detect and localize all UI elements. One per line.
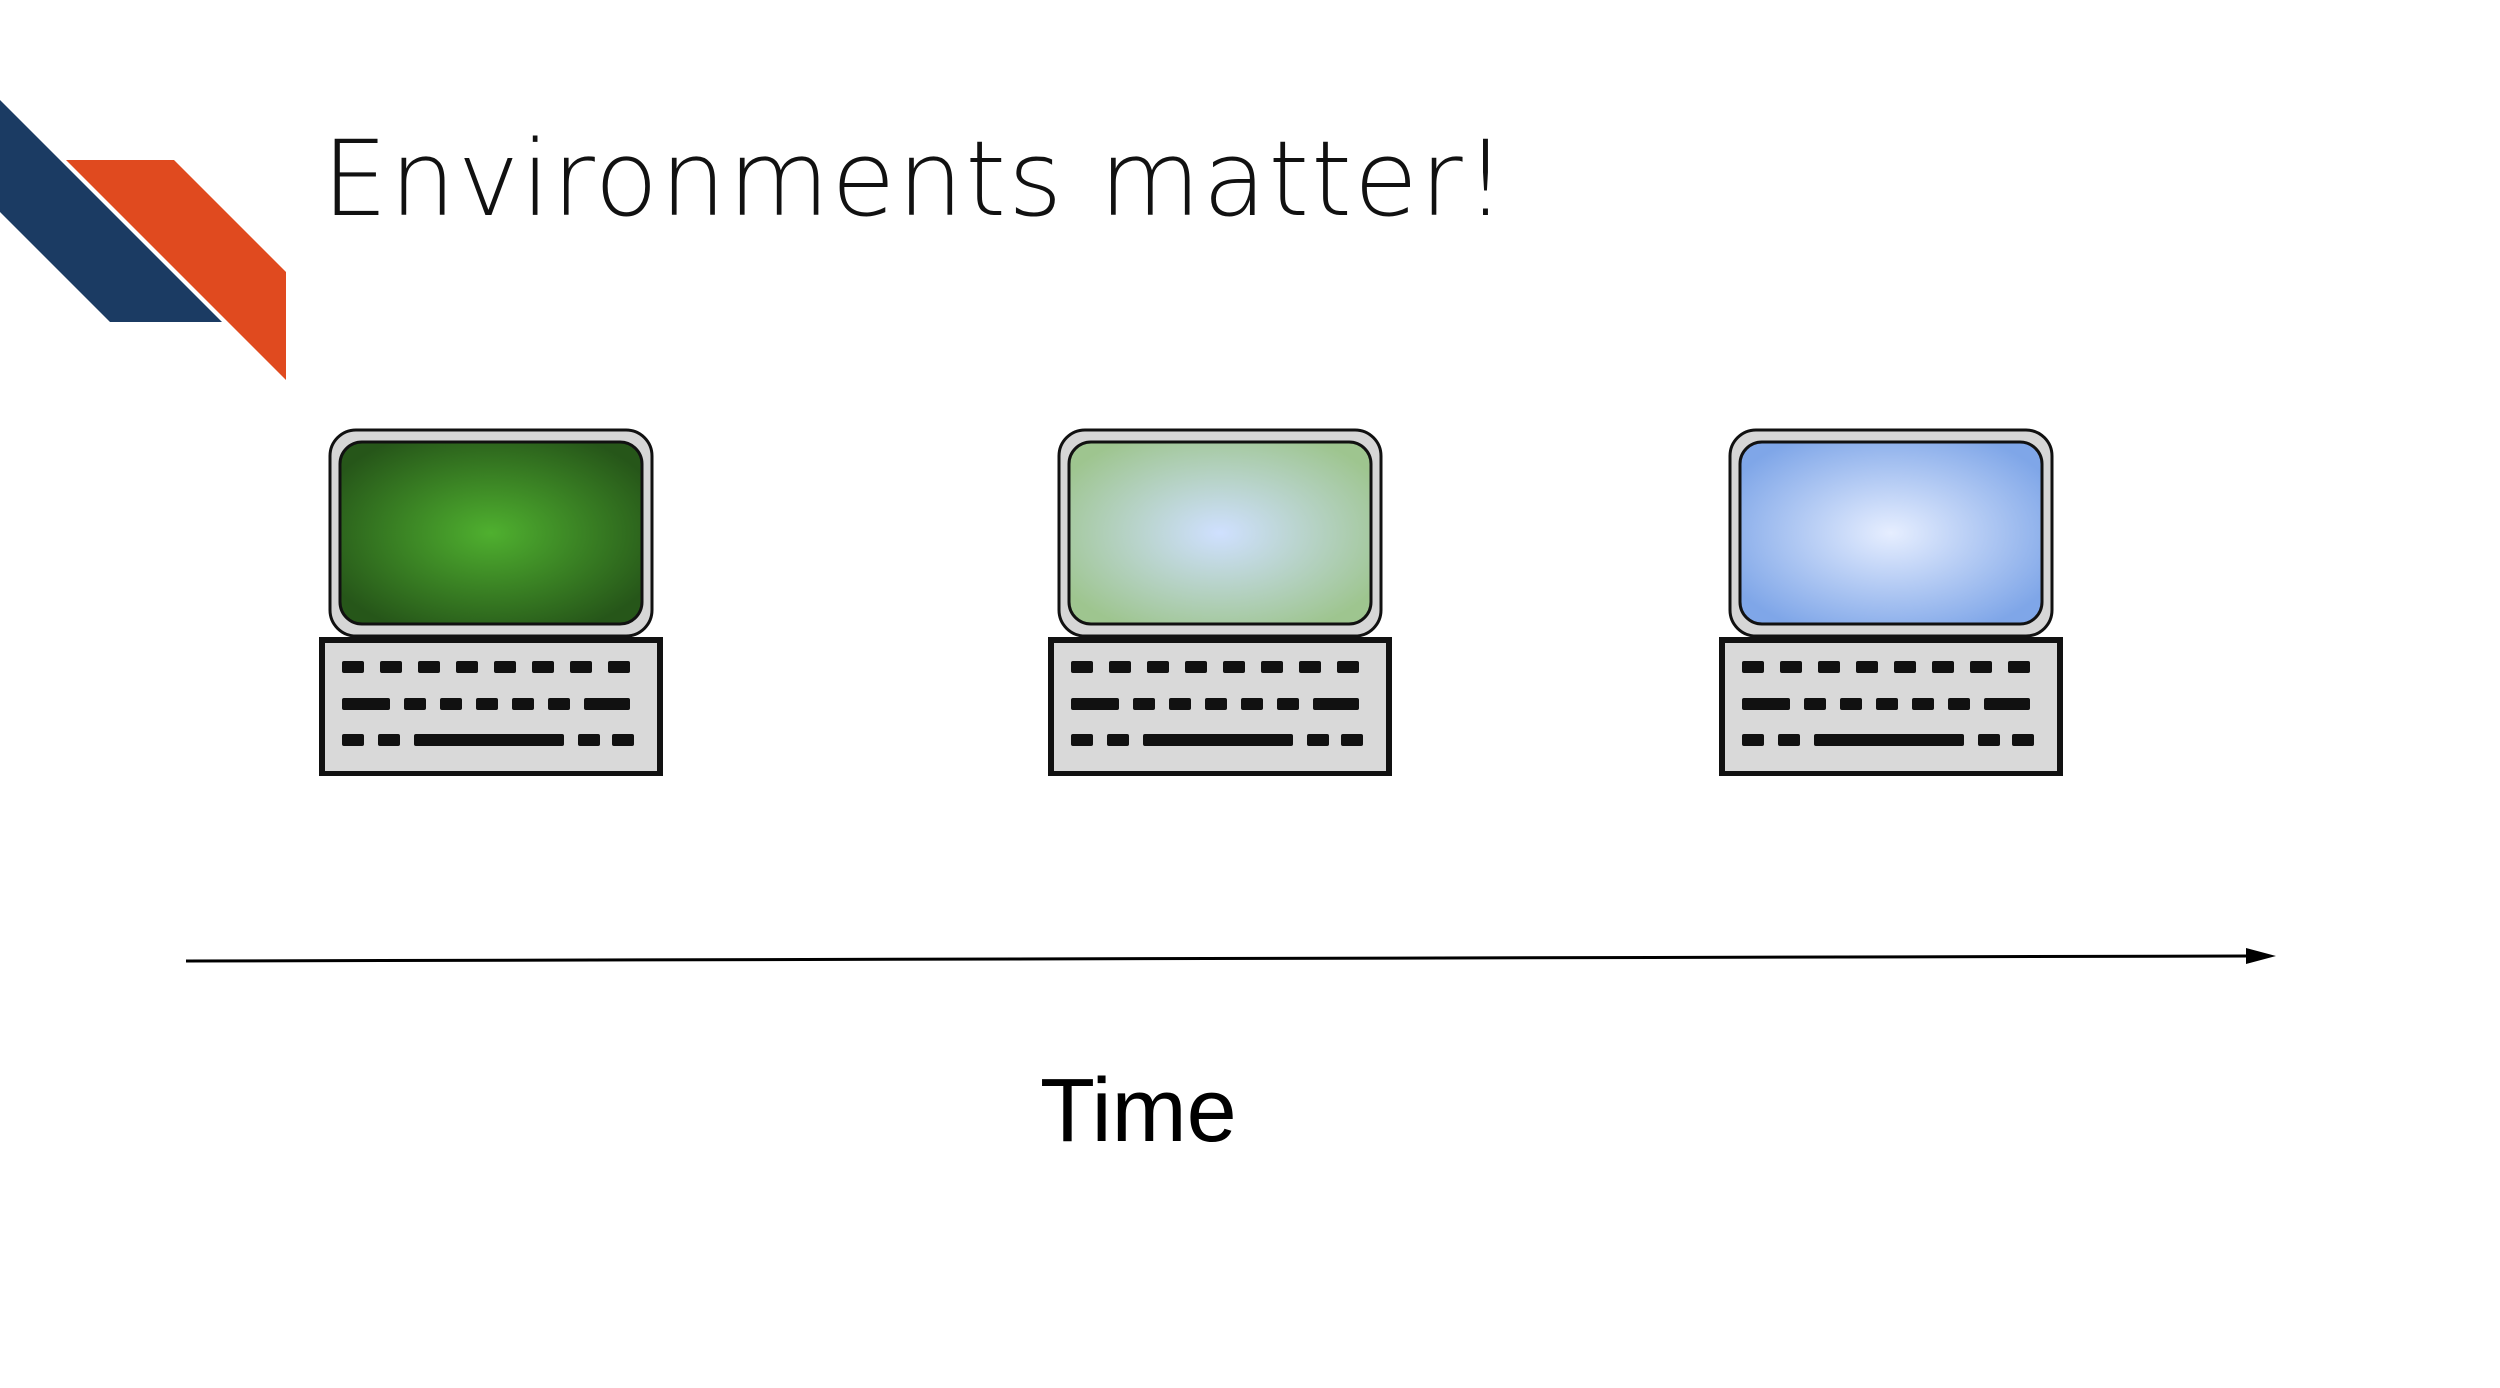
slide: Environments matter! Time <box>0 0 2500 1388</box>
arrowhead <box>2246 948 2276 964</box>
time-arrow <box>185 948 2276 964</box>
time-axis-label: Time <box>1040 1061 1237 1161</box>
